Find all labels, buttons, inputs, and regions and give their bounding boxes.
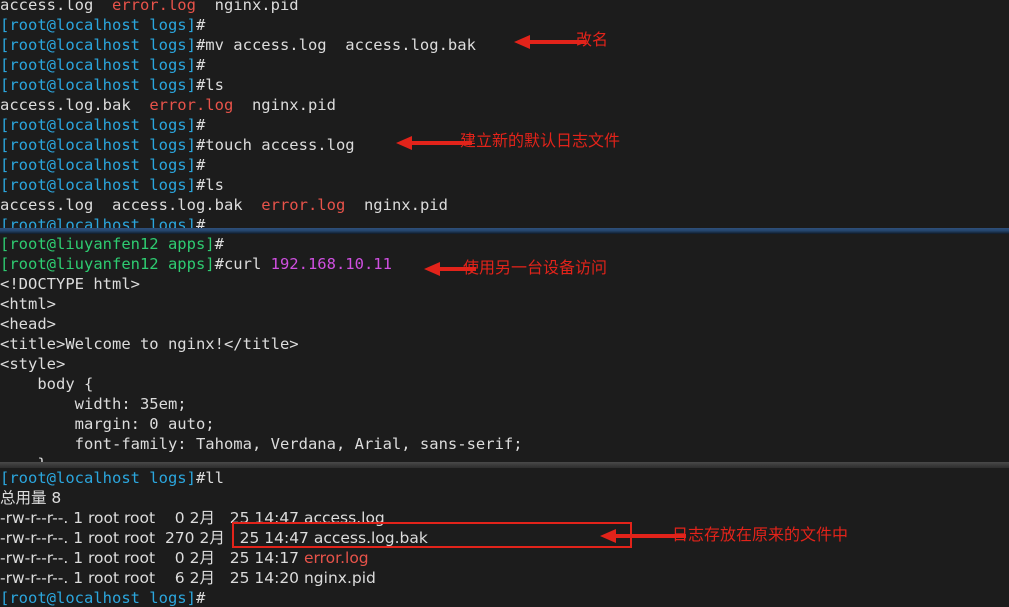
annotation-overlay: 改名建立新的默认日志文件 使用另一台设备访问日志存放在原来的文件中 bbox=[0, 0, 1009, 607]
anno-access-from-other-device: 使用另一台设备访问 bbox=[463, 258, 608, 277]
terminal-screenshot: access.log error.log nginx.pid [root@loca… bbox=[0, 0, 1009, 607]
anno-create-default-log: 建立新的默认日志文件 bbox=[460, 131, 621, 150]
arrow-head-icon bbox=[396, 136, 412, 150]
arrow-head-icon bbox=[514, 35, 530, 49]
arrow-head-icon bbox=[424, 262, 440, 276]
anno-log-stored-in-original-file: 日志存放在原来的文件中 bbox=[672, 525, 849, 544]
anno-rename: 改名 bbox=[576, 30, 609, 49]
highlight-access-log-bak-row bbox=[232, 522, 632, 548]
